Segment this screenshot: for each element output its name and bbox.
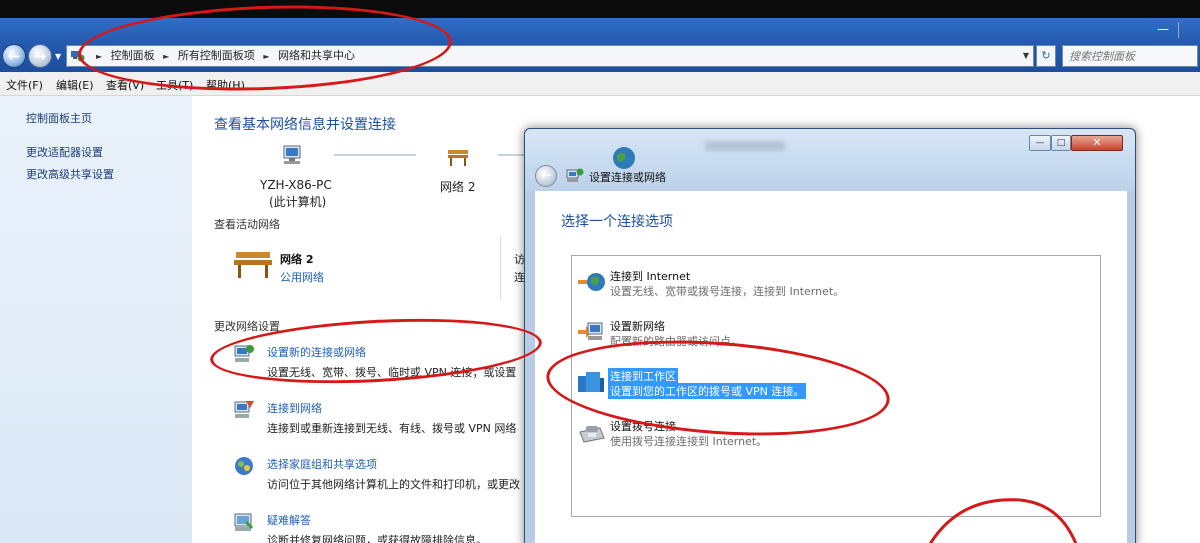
- menu-edit[interactable]: 编辑(E): [56, 77, 94, 93]
- new-network-icon: [578, 322, 603, 340]
- back-button[interactable]: ←: [2, 44, 26, 68]
- active-networks-heading: 查看活动网络: [214, 218, 280, 231]
- computer-name: YZH-X86-PC: [260, 178, 332, 192]
- connect-network-icon: [234, 401, 254, 418]
- dialog-minimize-button[interactable]: —: [1029, 135, 1051, 151]
- homegroup-sharing-link[interactable]: 选择家庭组和共享选项: [267, 456, 377, 472]
- address-dropdown-icon[interactable]: ▼: [1023, 46, 1029, 66]
- public-network-bench-icon: [234, 252, 272, 278]
- dialog-caption: 设置连接或网络: [589, 171, 666, 184]
- network-map-connector: [334, 154, 416, 156]
- change-sharing-settings-link[interactable]: 更改高级共享设置: [26, 166, 114, 182]
- active-network-type-link[interactable]: 公用网络: [280, 269, 324, 285]
- option-desc: 设置无线、宽带或拨号连接，连接到 Internet。: [610, 285, 845, 298]
- recent-pages-dropdown-icon[interactable]: ▼: [55, 52, 61, 61]
- homegroup-sharing-desc: 访问位于其他网络计算机上的文件和打印机，或更改: [267, 478, 520, 491]
- troubleshoot-desc: 诊断并修复网络问题，或获得故障排除信息。: [267, 534, 487, 543]
- setup-connection-icon: [566, 168, 584, 182]
- control-panel-home-link[interactable]: 控制面板主页: [26, 110, 92, 126]
- forward-button[interactable]: →: [28, 44, 52, 68]
- option-desc: 使用拨号连接连接到 Internet。: [610, 435, 768, 448]
- dialup-phone-icon: [579, 426, 605, 443]
- network-map-name[interactable]: 网络 2: [440, 178, 475, 195]
- left-navigation-pane: 控制面板主页 更改适配器设置 更改高级共享设置: [0, 96, 192, 543]
- dialog-close-button[interactable]: ✕: [1071, 135, 1123, 151]
- menu-file[interactable]: 文件(F): [6, 77, 43, 93]
- refresh-button[interactable]: ↻: [1036, 45, 1056, 67]
- globe-icon: [613, 147, 635, 169]
- dialog-blurred-title: [705, 141, 785, 151]
- connect-to-network-desc: 连接到或重新连接到无线、有线、拨号或 VPN 网络: [267, 422, 517, 435]
- setup-connection-dialog: — □ ✕ ← 设置连接或网络 选择一个连接选项 连接到 Internet 设置…: [524, 128, 1136, 543]
- change-adapter-settings-link[interactable]: 更改适配器设置: [26, 144, 103, 160]
- search-box[interactable]: [1062, 45, 1198, 67]
- dialog-heading: 选择一个连接选项: [561, 214, 673, 230]
- computer-sub-label: (此计算机): [269, 195, 327, 209]
- homegroup-icon: [235, 457, 253, 475]
- search-input[interactable]: [1063, 46, 1197, 66]
- maximize-button[interactable]: [1178, 22, 1200, 38]
- active-network-name: 网络 2: [280, 253, 314, 266]
- troubleshoot-link[interactable]: 疑难解答: [267, 512, 311, 528]
- troubleshoot-icon: [234, 513, 254, 531]
- computer-icon: [283, 145, 301, 164]
- dialog-back-button[interactable]: ←: [535, 165, 557, 187]
- public-network-bench-icon: [448, 150, 468, 166]
- option-connect-internet[interactable]: 连接到 Internet 设置无线、宽带或拨号连接，连接到 Internet。: [572, 264, 1100, 304]
- page-title: 查看基本网络信息并设置连接: [214, 117, 396, 133]
- connect-to-network-link[interactable]: 连接到网络: [267, 400, 322, 416]
- active-network-divider: [500, 236, 501, 300]
- annotation-stroke-next: [928, 498, 1078, 543]
- option-title: 设置新网络: [610, 320, 665, 333]
- internet-globe-icon: [578, 273, 605, 291]
- minimize-button[interactable]: —: [1152, 22, 1174, 38]
- option-title: 连接到 Internet: [610, 270, 691, 283]
- dialog-maximize-button[interactable]: □: [1051, 135, 1071, 151]
